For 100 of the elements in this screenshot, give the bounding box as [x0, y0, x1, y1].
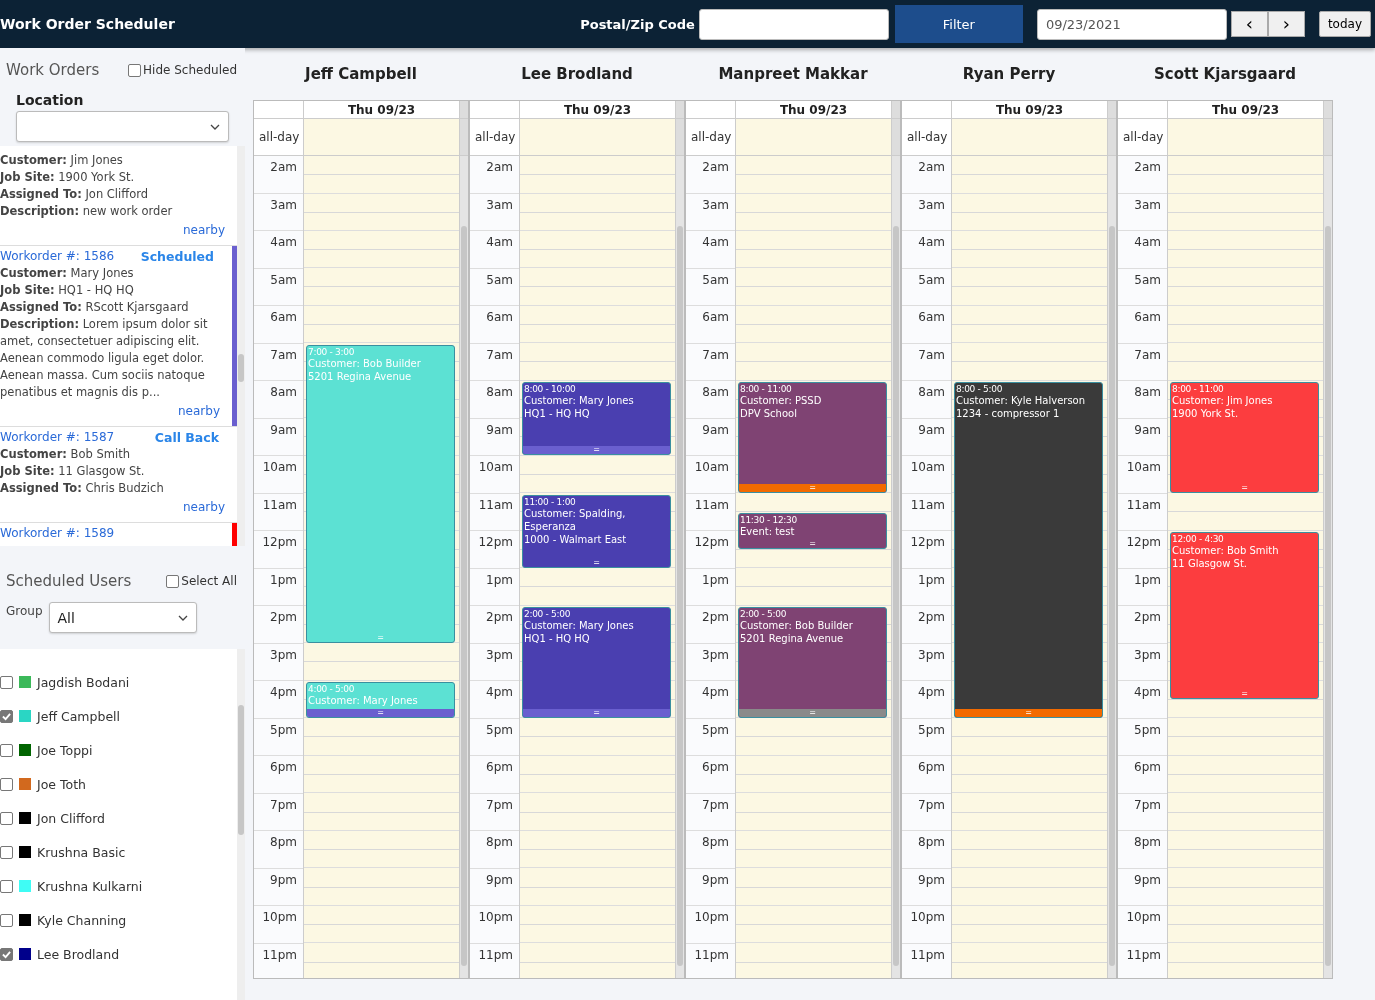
- detail-text: Job Site: 11 Glasgow St.: [0, 463, 146, 480]
- event-block[interactable]: 8:00 - 5:00 Customer: Kyle Halverson 1234 - compressor 1 =: [954, 382, 1103, 718]
- hour-label: 2am: [902, 156, 951, 194]
- event-block[interactable]: 12:00 - 4:30 Customer: Bob Smith 11 Glasgow St. =: [1170, 532, 1319, 699]
- work-order-link[interactable]: Workorder #: 1587: [0, 429, 115, 446]
- day-grid[interactable]: 8:00 - 11:00 Customer: PSSD DPV School = 11:30 - 12:30 Event: test = 2:00 - 5:00 Customer: Bob Builder 5201 Regina Avenue =: [736, 156, 892, 978]
- user-name: Krushna Kulkarni: [37, 878, 143, 894]
- checkbox[interactable]: [0, 811, 13, 825]
- event-block[interactable]: 11:30 - 12:30 Event: test =: [738, 513, 887, 549]
- nearby-link[interactable]: nearby: [0, 403, 220, 420]
- checkbox[interactable]: [0, 845, 13, 859]
- event-time: 7:00 - 3:00: [307, 345, 356, 357]
- detail-text: Job Site: 1900 York St.: [0, 169, 136, 186]
- day-grid[interactable]: 8:00 - 11:00 Customer: Jim Jones 1900 York St. = 12:00 - 4:30 Customer: Bob Smith 11 Glasgow St. =: [1168, 156, 1324, 978]
- hour-label: 11am: [254, 493, 303, 531]
- scrollbar[interactable]: [1324, 156, 1332, 978]
- resource-name: Lee Brodland: [520, 64, 634, 85]
- user-name: Lee Brodland: [37, 946, 120, 962]
- hour-label: 3pm: [470, 643, 519, 681]
- hour-label: 6am: [902, 306, 951, 344]
- previous-button[interactable]: ‹: [1230, 11, 1268, 37]
- hour-label: 12pm: [470, 531, 519, 569]
- resource-name: Manpreet Makkar: [717, 64, 869, 85]
- scrollbar[interactable]: [676, 156, 684, 978]
- hour-label: 6pm: [254, 756, 303, 794]
- resize-handle[interactable]: =: [523, 446, 670, 454]
- hour-label: 10pm: [254, 906, 303, 944]
- work-order-link[interactable]: Workorder #: 1586: [0, 248, 115, 265]
- checkbox[interactable]: [0, 675, 13, 689]
- event-block[interactable]: 8:00 - 11:00 Customer: PSSD DPV School =: [738, 382, 887, 493]
- hour-label: 5am: [470, 268, 519, 306]
- checkbox[interactable]: [0, 709, 13, 723]
- hour-label: 9am: [254, 418, 303, 456]
- checkbox[interactable]: [128, 63, 142, 77]
- filter-button[interactable]: Filter: [894, 5, 1023, 43]
- event-block[interactable]: 2:00 - 5:00 Customer: Mary Jones HQ1 - HQ HQ =: [522, 607, 671, 718]
- hour-label: 5pm: [470, 718, 519, 756]
- checkbox[interactable]: [0, 913, 13, 927]
- hour-label: 2am: [1118, 156, 1167, 194]
- chevron-down-icon: [177, 614, 188, 621]
- resize-handle[interactable]: =: [955, 708, 1102, 717]
- hour-label: 12pm: [254, 531, 303, 569]
- scrollbar[interactable]: [460, 156, 468, 978]
- hour-label: 9pm: [254, 868, 303, 906]
- scrollbar[interactable]: [237, 649, 245, 1000]
- hour-label: 10pm: [902, 906, 951, 944]
- hour-label: 8am: [470, 381, 519, 419]
- hour-label: 5pm: [902, 718, 951, 756]
- event-block[interactable]: 4:00 - 5:00 Customer: Mary Jones =: [306, 682, 455, 718]
- hour-label: 7pm: [1118, 793, 1167, 831]
- day-grid[interactable]: 8:00 - 10:00 Customer: Mary Jones HQ1 - HQ HQ = 11:00 - 1:00 Customer: Spalding, Esperanza 1000 - Walmart East = 2:00 - 5:00 Customer: Mary Jones HQ1 - HQ HQ =: [520, 156, 676, 978]
- nearby-link[interactable]: nearby: [0, 222, 225, 239]
- event-time: 8:00 - 10:00: [523, 383, 577, 394]
- chevron-down-icon: [210, 123, 220, 130]
- checkbox[interactable]: [0, 879, 13, 893]
- event-text: 5201 Regina Avenue: [739, 632, 845, 645]
- hour-label: 10am: [254, 456, 303, 494]
- hour-label: 6am: [686, 306, 735, 344]
- date-field[interactable]: 09/23/2021: [1036, 8, 1227, 40]
- resize-handle[interactable]: =: [739, 708, 886, 717]
- scrollbar[interactable]: [237, 146, 245, 546]
- work-order-link[interactable]: Workorder #: 1589: [0, 525, 115, 542]
- nearby-link[interactable]: nearby: [0, 499, 225, 516]
- event-block[interactable]: 8:00 - 11:00 Customer: Jim Jones 1900 York St. =: [1170, 382, 1319, 493]
- event-text: 11 Glasgow St.: [1171, 557, 1249, 570]
- resize-handle[interactable]: =: [739, 539, 886, 548]
- resize-handle[interactable]: =: [523, 708, 670, 717]
- scrollbar[interactable]: [892, 156, 900, 978]
- checkbox[interactable]: [166, 574, 180, 588]
- hour-label: 3am: [902, 193, 951, 231]
- resize-handle[interactable]: =: [739, 483, 886, 492]
- day-grid[interactable]: 7:00 - 3:00 Customer: Bob Builder 5201 Regina Avenue = 4:00 - 5:00 Customer: Mary Jones =: [304, 156, 460, 978]
- group-select[interactable]: All: [48, 602, 197, 633]
- resize-handle[interactable]: =: [523, 558, 670, 567]
- hour-label: 10am: [686, 456, 735, 494]
- app-title: Work Order Scheduler: [0, 16, 176, 32]
- detail-text: Description: new work order: [0, 203, 174, 220]
- resize-handle[interactable]: =: [307, 708, 454, 717]
- hour-label: 6am: [254, 306, 303, 344]
- hour-label: 9am: [1118, 418, 1167, 456]
- detail-text: Description: Lorem ipsum dolor sit amet, consectetuer adipiscing elit. Aenean commodo ligula eget dolor. Aenean massa. Cum sociis natoque penatibus et magnis dis p...: [0, 316, 209, 401]
- resize-handle[interactable]: =: [1171, 689, 1318, 698]
- event-block[interactable]: 8:00 - 10:00 Customer: Mary Jones HQ1 - HQ HQ =: [522, 382, 671, 455]
- postal-code-field[interactable]: [698, 8, 889, 40]
- day-grid[interactable]: 8:00 - 5:00 Customer: Kyle Halverson 1234 - compressor 1 =: [952, 156, 1108, 978]
- scrollbar[interactable]: [1108, 156, 1116, 978]
- next-button[interactable]: ›: [1267, 11, 1305, 37]
- event-block[interactable]: 11:00 - 1:00 Customer: Spalding, Esperanza 1000 - Walmart East =: [522, 494, 671, 568]
- field-label: Group: [6, 604, 43, 618]
- hour-label: 3am: [1118, 193, 1167, 231]
- hour-label: 6am: [470, 306, 519, 344]
- user-name: Joe Toppi: [37, 742, 93, 758]
- hour-label: 5pm: [254, 718, 303, 756]
- today-button[interactable]: today: [1318, 11, 1371, 37]
- checkbox[interactable]: [0, 743, 13, 757]
- event-block[interactable]: 2:00 - 5:00 Customer: Bob Builder 5201 Regina Avenue =: [738, 607, 887, 718]
- hour-label: 4am: [470, 231, 519, 269]
- checkbox[interactable]: [0, 777, 13, 791]
- checkbox[interactable]: [0, 947, 13, 961]
- resize-handle[interactable]: =: [1171, 483, 1318, 492]
